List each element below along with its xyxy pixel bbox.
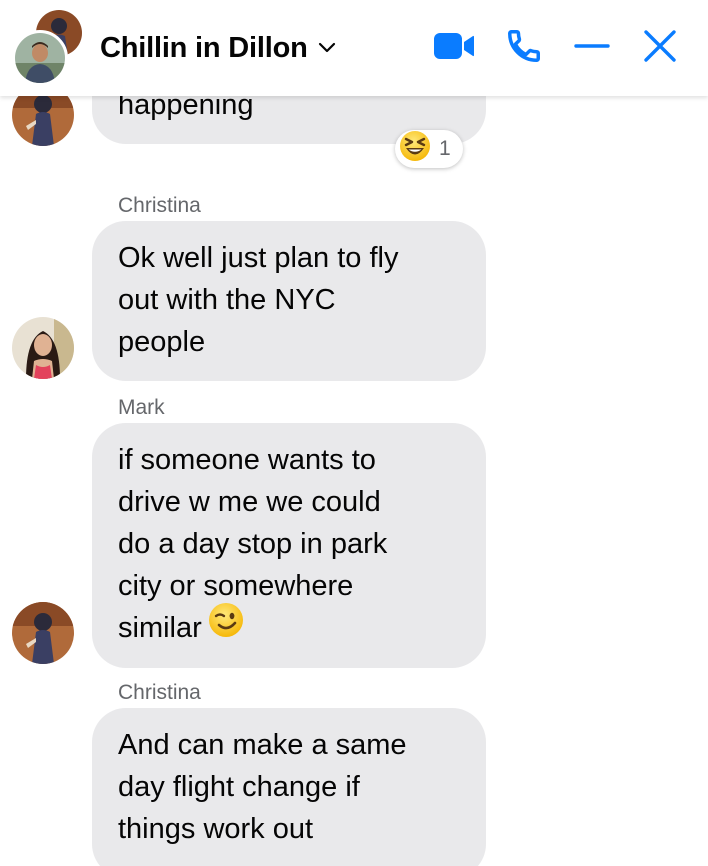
chevron-down-icon: [318, 41, 336, 59]
reaction-badge[interactable]: 1: [395, 130, 463, 168]
minimize-button[interactable]: [570, 26, 614, 70]
video-camera-icon: [433, 31, 475, 66]
message-bubble[interactable]: if someone wants to drive w me we could …: [92, 423, 486, 669]
message-line: people: [118, 326, 206, 358]
message-bubble[interactable]: And can make a same day flight change if…: [92, 708, 486, 866]
reaction-count: 1: [439, 137, 451, 160]
minimize-icon: [574, 28, 610, 69]
chat-header: Chillin in Dillon: [0, 0, 708, 96]
chat-window: happening 1 Christina Ok well just plan: [0, 0, 708, 866]
conversation-title: Chillin in Dillon: [100, 31, 308, 64]
phone-icon: [505, 27, 543, 70]
message-line: similar: [118, 603, 460, 650]
christina-avatar[interactable]: [12, 317, 74, 379]
group-avatar[interactable]: [12, 10, 86, 86]
close-icon: [643, 29, 677, 68]
sender-name: Mark: [118, 396, 165, 419]
message-line: Ok well just plan to fly: [118, 242, 399, 274]
message-text: similar: [118, 612, 202, 644]
message-line: day flight change if: [118, 771, 360, 803]
message-line: things work out: [118, 813, 314, 845]
close-button[interactable]: [638, 26, 682, 70]
mark-avatar[interactable]: [12, 602, 74, 664]
message-line: do a day stop in park: [118, 528, 388, 560]
message-line: out with the NYC: [118, 284, 336, 316]
sender-name: Christina: [118, 194, 201, 217]
conversation-title-button[interactable]: Chillin in Dillon: [100, 28, 336, 68]
voice-call-button[interactable]: [502, 26, 546, 70]
message-line: city or somewhere: [118, 570, 354, 602]
message-line: if someone wants to: [118, 444, 376, 476]
sender-name: Christina: [118, 681, 201, 704]
member-avatar: [12, 30, 68, 86]
winking-emoji-icon: [208, 602, 244, 650]
message-bubble[interactable]: Ok well just plan to fly out with the NY…: [92, 221, 486, 381]
message-line: drive w me we could: [118, 486, 381, 518]
message-line: And can make a same: [118, 729, 407, 761]
video-call-button[interactable]: [432, 26, 476, 70]
laughing-emoji-icon: [399, 130, 431, 168]
